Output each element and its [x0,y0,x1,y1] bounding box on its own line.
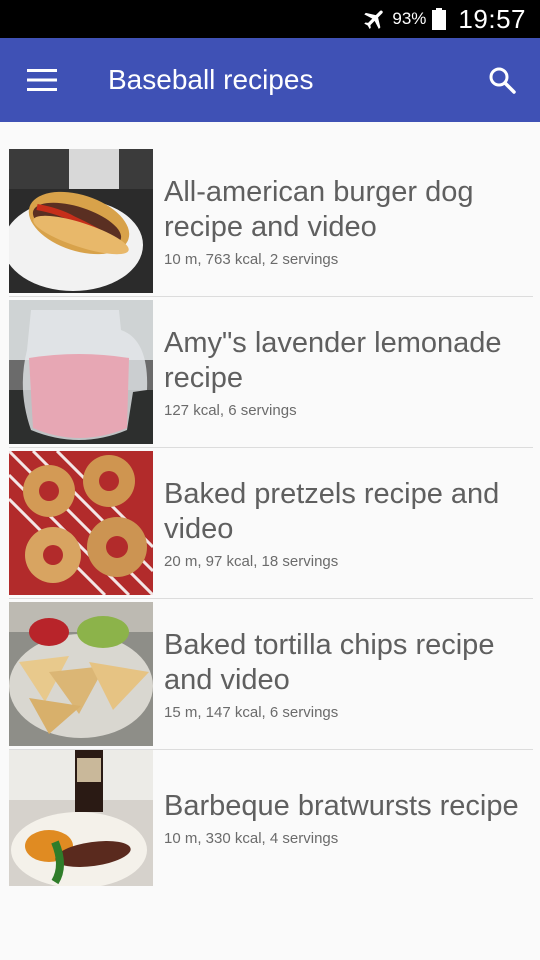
clock: 19:57 [458,3,526,34]
recipe-title: Baked pretzels recipe and video [164,477,500,545]
recipe-title: Amy"s lavender lemonade recipe [164,326,502,394]
recipe-thumbnail [9,602,153,746]
recipe-meta: 10 m, 330 kcal, 4 servings [164,830,339,847]
recipe-meta: 20 m, 97 kcal, 18 servings [164,552,339,570]
battery-icon [432,8,447,30]
battery-percent: 93% [392,9,427,28]
search-icon [489,67,516,94]
list-item[interactable]: Amy"s lavender lemonade recipe 127 kcal,… [9,297,533,448]
status-bar: 93% 19:57 [0,0,540,38]
list-item[interactable]: Baked tortilla chips recipe and video 15… [9,599,533,750]
list-item[interactable]: All-american burger dog recipe and video… [9,146,533,297]
app-bar: Baseball recipes [0,38,540,122]
recipe-title: Baked tortilla chips recipe and video [164,628,495,696]
recipe-thumbnail [9,300,153,444]
recipe-thumbnail [9,750,153,886]
airplane-mode-icon [364,10,384,29]
search-button[interactable] [464,38,540,122]
recipe-title: All-american burger dog recipe and video [164,175,474,243]
recipe-meta: 127 kcal, 6 servings [164,401,297,419]
recipe-title: Barbeque bratwursts recipe [164,790,519,822]
recipe-meta: 15 m, 147 kcal, 6 servings [164,703,339,721]
page-title: Baseball recipes [108,64,314,95]
menu-button[interactable] [0,38,84,122]
list-item[interactable]: Baked pretzels recipe and video 20 m, 97… [9,448,533,599]
recipe-thumbnail [9,451,153,595]
hamburger-menu-icon [27,69,57,91]
recipe-thumbnail [9,149,153,293]
list-item[interactable]: Barbeque bratwursts recipe 10 m, 330 kca… [9,750,533,886]
recipe-meta: 10 m, 763 kcal, 2 servings [164,250,339,268]
